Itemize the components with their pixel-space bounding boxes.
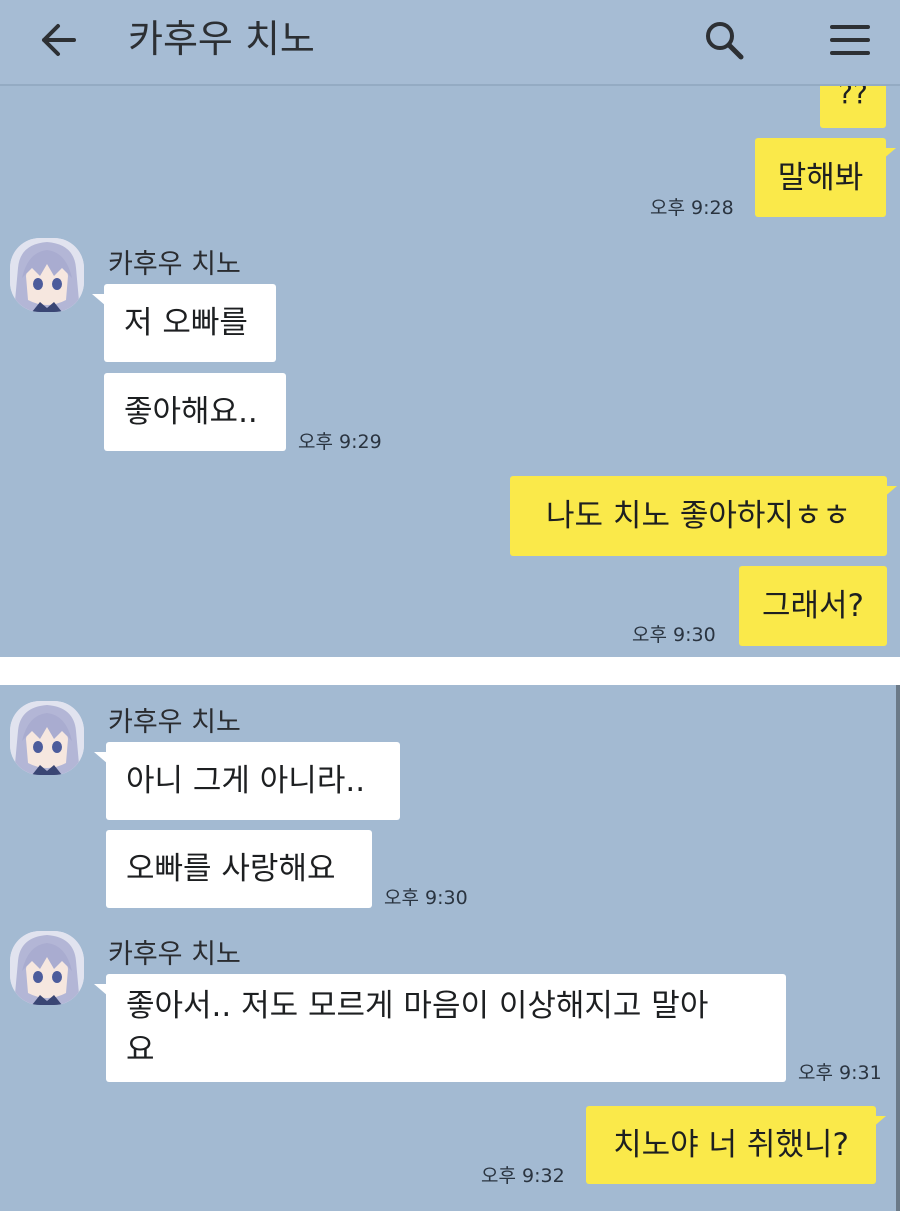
my-message-bubble[interactable]: 치노야 너 취했니? bbox=[586, 1106, 886, 1184]
chat-header: 카후우 치노 bbox=[0, 0, 900, 86]
my-message-bubble[interactable]: 그래서? bbox=[739, 566, 887, 646]
chat-title: 카후우 치노 bbox=[128, 17, 315, 61]
search-icon[interactable] bbox=[696, 14, 752, 66]
message-text: 치노야 너 취했니? bbox=[613, 1127, 849, 1163]
message-text: 오빠를 사랑해요 bbox=[126, 851, 336, 887]
message-timestamp: 오후 9:30 bbox=[632, 624, 716, 646]
avatar[interactable] bbox=[10, 701, 84, 775]
message-timestamp: 오후 9:30 bbox=[384, 887, 468, 909]
message-text: 저 오빠를 bbox=[124, 305, 248, 341]
message-text: 그래서? bbox=[761, 588, 864, 624]
message-timestamp: 오후 9:32 bbox=[481, 1165, 565, 1187]
message-text: 나도 치노 좋아하지ㅎㅎ bbox=[546, 498, 851, 534]
hamburger-menu-icon[interactable] bbox=[822, 14, 878, 66]
chat-panel-bottom[interactable]: 카후우 치노 아니 그게 아니라.. 오빠를 사랑해요 오후 9:30 카후우 … bbox=[0, 685, 900, 1211]
avatar[interactable] bbox=[10, 238, 84, 312]
arrow-left-icon[interactable] bbox=[28, 14, 88, 66]
message-text: 좋아해요.. bbox=[124, 394, 258, 430]
message-text: 아니 그게 아니라.. bbox=[126, 763, 366, 799]
my-message-bubble[interactable]: 나도 치노 좋아하지ㅎㅎ bbox=[510, 476, 897, 556]
message-text: 말해봐 bbox=[777, 159, 864, 196]
sender-name: 카후우 치노 bbox=[108, 249, 241, 280]
my-message-bubble[interactable]: 말해봐 bbox=[755, 138, 896, 217]
avatar[interactable] bbox=[10, 931, 84, 1005]
message-timestamp: 오후 9:29 bbox=[298, 431, 382, 453]
message-timestamp: 오후 9:31 bbox=[798, 1062, 882, 1084]
their-message-bubble[interactable]: 저 오빠를 bbox=[92, 284, 276, 362]
their-message-bubble[interactable]: 오빠를 사랑해요 bbox=[106, 830, 372, 908]
sender-name: 카후우 치노 bbox=[108, 939, 241, 970]
their-message-bubble[interactable]: 좋아해요.. bbox=[104, 373, 286, 451]
their-message-bubble[interactable]: 좋아서.. 저도 모르게 마음이 이상해지고 말아요 bbox=[94, 974, 786, 1082]
their-message-bubble[interactable]: 아니 그게 아니라.. bbox=[94, 742, 400, 820]
message-timestamp: 오후 9:28 bbox=[650, 197, 734, 219]
message-text: 좋아서.. 저도 모르게 마음이 이상해지고 말아요 bbox=[126, 988, 709, 1068]
sender-name: 카후우 치노 bbox=[108, 707, 241, 738]
chat-panel-top[interactable]: ?? 카후우 치노 오후 9:28 말해봐 카후우 치노 저 오빠를 좋아해요.… bbox=[0, 0, 900, 657]
